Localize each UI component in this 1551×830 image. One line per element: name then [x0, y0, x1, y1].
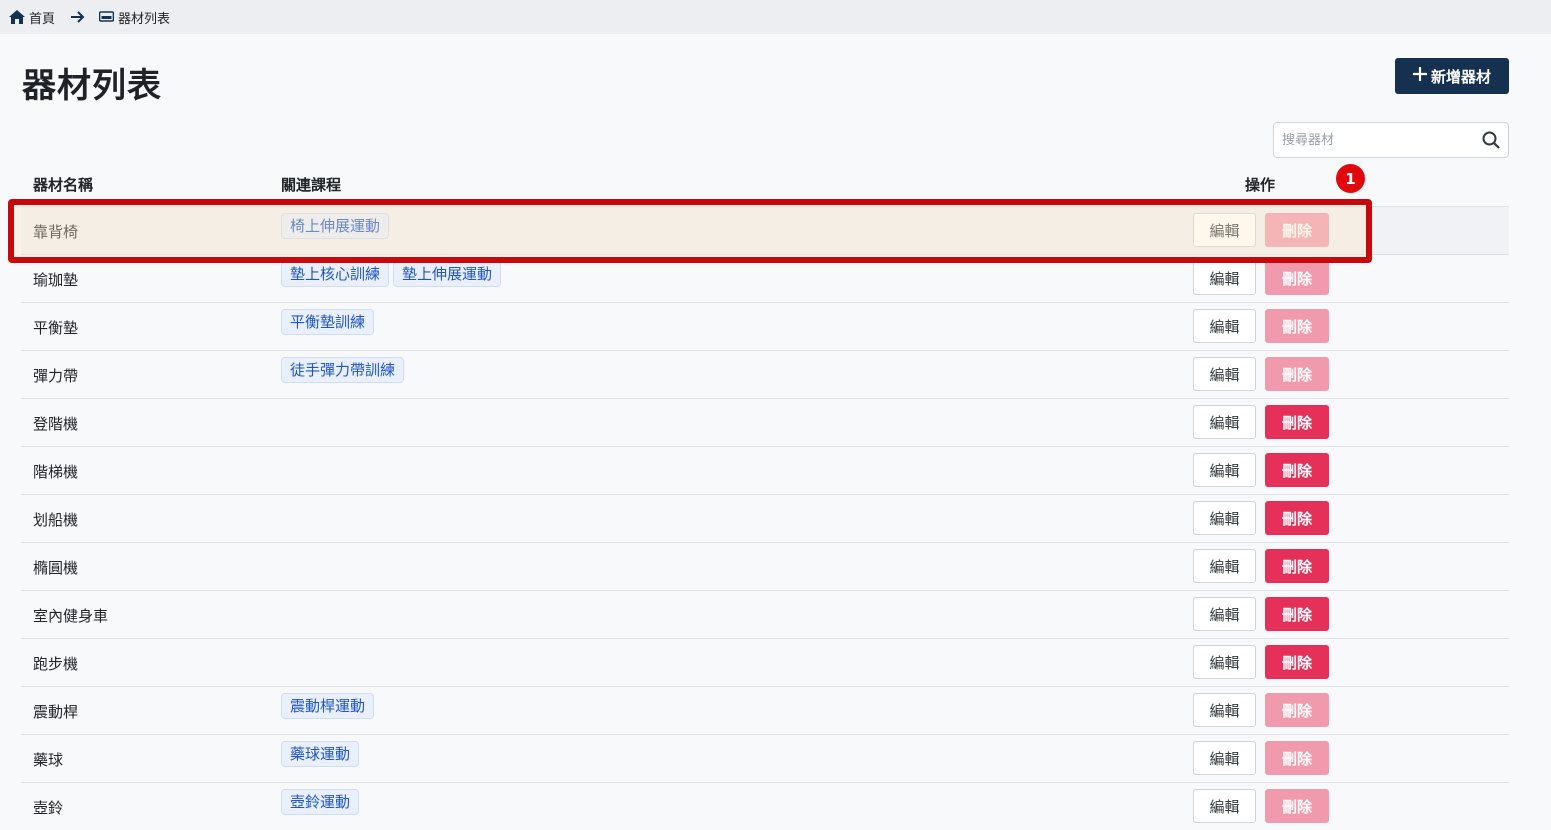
edit-button[interactable]: 編輯: [1193, 309, 1256, 343]
equipment-icon: [99, 11, 115, 23]
course-tag[interactable]: 徒手彈力帶訓練: [281, 357, 405, 383]
breadcrumb-current: 器材列表: [99, 8, 170, 27]
table-row: 彈力帶 徒手彈力帶訓練 編輯 刪除: [21, 350, 1509, 398]
equipment-name: 藥球: [33, 751, 64, 769]
delete-button[interactable]: 刪除: [1265, 741, 1329, 775]
edit-button[interactable]: 編輯: [1193, 501, 1256, 535]
course-tag[interactable]: 墊上核心訓練: [281, 261, 390, 287]
delete-button[interactable]: 刪除: [1265, 549, 1329, 583]
equipment-name: 登階機: [33, 415, 79, 433]
table-row: 登階機 編輯 刪除: [21, 398, 1509, 446]
course-tags: 墊上核心訓練 墊上伸展運動: [281, 261, 502, 287]
edit-button[interactable]: 編輯: [1193, 549, 1256, 583]
equipment-name: 靠背椅: [33, 223, 79, 241]
table-row: 室內健身車 編輯 刪除: [21, 590, 1509, 638]
edit-button[interactable]: 編輯: [1193, 693, 1256, 727]
breadcrumb: 首頁 器材列表: [0, 0, 1551, 34]
search-icon[interactable]: [1474, 131, 1508, 149]
search-box: [1273, 122, 1509, 158]
equipment-name: 跑步機: [33, 655, 79, 673]
delete-button[interactable]: 刪除: [1265, 261, 1329, 295]
delete-button[interactable]: 刪除: [1265, 501, 1329, 535]
course-tag[interactable]: 壺鈴運動: [281, 789, 360, 815]
edit-button[interactable]: 編輯: [1193, 741, 1256, 775]
delete-button[interactable]: 刪除: [1265, 789, 1329, 823]
delete-button[interactable]: 刪除: [1265, 213, 1329, 247]
delete-button[interactable]: 刪除: [1265, 453, 1329, 487]
header-actions: 操作: [1245, 176, 1276, 194]
course-tag[interactable]: 墊上伸展運動: [393, 261, 502, 287]
edit-button[interactable]: 編輯: [1193, 405, 1256, 439]
course-tags: 徒手彈力帶訓練: [281, 357, 405, 383]
edit-button[interactable]: 編輯: [1193, 597, 1256, 631]
edit-button[interactable]: 編輯: [1193, 261, 1256, 295]
add-equipment-label: 新增器材: [1430, 67, 1491, 86]
course-tag[interactable]: 平衡墊訓練: [281, 309, 375, 335]
equipment-name: 平衡墊: [33, 319, 79, 337]
delete-button[interactable]: 刪除: [1265, 357, 1329, 391]
table-row: 階梯機 編輯 刪除: [21, 446, 1509, 494]
search-input[interactable]: [1274, 131, 1474, 149]
equipment-name: 瑜珈墊: [33, 271, 79, 289]
equipment-name: 階梯機: [33, 463, 79, 481]
page-title: 器材列表: [22, 66, 162, 106]
table-header: 器材名稱 關連課程 操作: [21, 162, 1509, 206]
equipment-table: 器材名稱 關連課程 操作 靠背椅 椅上伸展運動 編輯 刪除 瑜珈墊 墊上核心訓練 墊上伸展運…: [21, 162, 1509, 830]
equipment-name: 橢圓機: [33, 559, 79, 577]
table-row: 跑步機 編輯 刪除: [21, 638, 1509, 686]
equipment-name: 划船機: [33, 511, 79, 529]
equipment-name: 室內健身車: [33, 607, 109, 625]
table-row: 橢圓機 編輯 刪除: [21, 542, 1509, 590]
edit-button[interactable]: 編輯: [1193, 453, 1256, 487]
table-row: 靠背椅 椅上伸展運動 編輯 刪除: [21, 206, 1509, 254]
table-row: 平衡墊 平衡墊訓練 編輯 刪除: [21, 302, 1509, 350]
table-body: 靠背椅 椅上伸展運動 編輯 刪除 瑜珈墊 墊上核心訓練 墊上伸展運動 編輯 刪除 平衡墊 平衡墊訓練…: [21, 206, 1509, 830]
course-tags: 椅上伸展運動: [281, 213, 390, 239]
edit-button[interactable]: 編輯: [1193, 789, 1256, 823]
breadcrumb-home-label: 首頁: [29, 11, 56, 27]
course-tags: 藥球運動: [281, 741, 360, 767]
course-tags: 震動桿運動: [281, 693, 375, 719]
equipment-name: 震動桿: [33, 703, 79, 721]
course-tag[interactable]: 震動桿運動: [281, 693, 375, 719]
course-tag[interactable]: 椅上伸展運動: [281, 213, 390, 239]
course-tags: 壺鈴運動: [281, 789, 360, 815]
add-equipment-button[interactable]: 新增器材: [1395, 58, 1509, 94]
table-row: 划船機 編輯 刪除: [21, 494, 1509, 542]
equipment-name: 壺鈴: [33, 799, 64, 817]
table-row: 震動桿 震動桿運動 編輯 刪除: [21, 686, 1509, 734]
table-row: 藥球 藥球運動 編輯 刪除: [21, 734, 1509, 782]
course-tag[interactable]: 藥球運動: [281, 741, 360, 767]
table-row: 壺鈴 壺鈴運動 編輯 刪除: [21, 782, 1509, 830]
header-courses: 關連課程: [281, 176, 342, 194]
course-tags: 平衡墊訓練: [281, 309, 375, 335]
delete-button[interactable]: 刪除: [1265, 309, 1329, 343]
delete-button[interactable]: 刪除: [1265, 597, 1329, 631]
delete-button[interactable]: 刪除: [1265, 405, 1329, 439]
edit-button[interactable]: 編輯: [1193, 213, 1256, 247]
equipment-name: 彈力帶: [33, 367, 79, 385]
breadcrumb-home[interactable]: 首頁: [9, 8, 55, 27]
delete-button[interactable]: 刪除: [1265, 645, 1329, 679]
home-icon: [9, 10, 25, 24]
header-name: 器材名稱: [33, 176, 94, 194]
delete-button[interactable]: 刪除: [1265, 693, 1329, 727]
annotation-marker: 1: [1336, 164, 1365, 193]
plus-icon: [1412, 67, 1427, 85]
edit-button[interactable]: 編輯: [1193, 645, 1256, 679]
breadcrumb-current-label: 器材列表: [118, 11, 171, 27]
table-row: 瑜珈墊 墊上核心訓練 墊上伸展運動 編輯 刪除: [21, 254, 1509, 302]
arrow-right-icon: [71, 11, 85, 23]
edit-button[interactable]: 編輯: [1193, 357, 1256, 391]
